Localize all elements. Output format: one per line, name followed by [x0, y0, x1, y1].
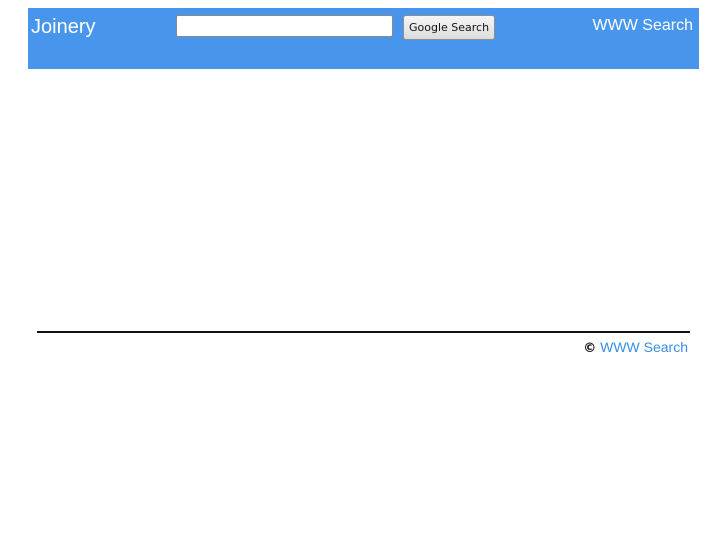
- footer-www-search-link[interactable]: WWW Search: [600, 339, 688, 355]
- google-search-button[interactable]: Google Search: [403, 15, 496, 40]
- www-search-link[interactable]: WWW Search: [593, 17, 693, 35]
- footer-credit: © WWW Search: [583, 339, 688, 356]
- search-input[interactable]: [176, 15, 393, 37]
- site-title-link[interactable]: Joinery: [31, 16, 95, 39]
- footer-divider: [37, 331, 690, 333]
- page: Joinery Google Search WWW Search © WWW S…: [0, 0, 727, 545]
- copyright-icon: ©: [583, 341, 597, 356]
- header-bar: Joinery Google Search WWW Search: [28, 8, 699, 69]
